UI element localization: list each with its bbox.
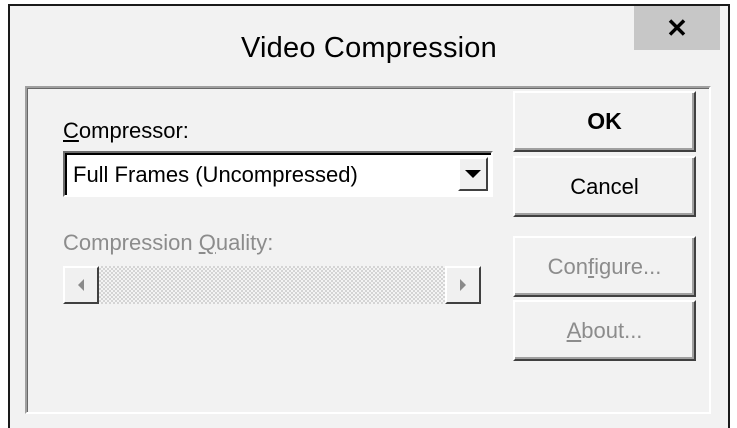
scroll-right-button[interactable] (445, 266, 481, 304)
arrow-left-icon (78, 279, 84, 291)
compression-quality-label: Compression Quality: (63, 230, 274, 255)
arrow-right-icon (460, 279, 466, 291)
chevron-down-icon (465, 170, 481, 178)
about-button[interactable]: About... (513, 300, 696, 361)
title-bar: Video Compression ✕ (10, 6, 728, 82)
compressor-select[interactable]: Full Frames (Uncompressed) (63, 151, 493, 197)
compressor-selected-value: Full Frames (Uncompressed) (73, 162, 358, 187)
compression-quality-slider[interactable] (63, 266, 481, 304)
close-button[interactable]: ✕ (634, 6, 720, 50)
ok-button[interactable]: OK (513, 91, 696, 152)
cancel-button[interactable]: Cancel (513, 156, 696, 217)
close-icon: ✕ (666, 12, 688, 43)
configure-button[interactable]: Con f igure... (513, 236, 696, 297)
compressor-label: Compressor: (63, 118, 189, 143)
dropdown-arrow-button[interactable] (458, 157, 488, 191)
dialog-title: Video Compression (241, 32, 497, 64)
scroll-left-button[interactable] (63, 266, 99, 304)
